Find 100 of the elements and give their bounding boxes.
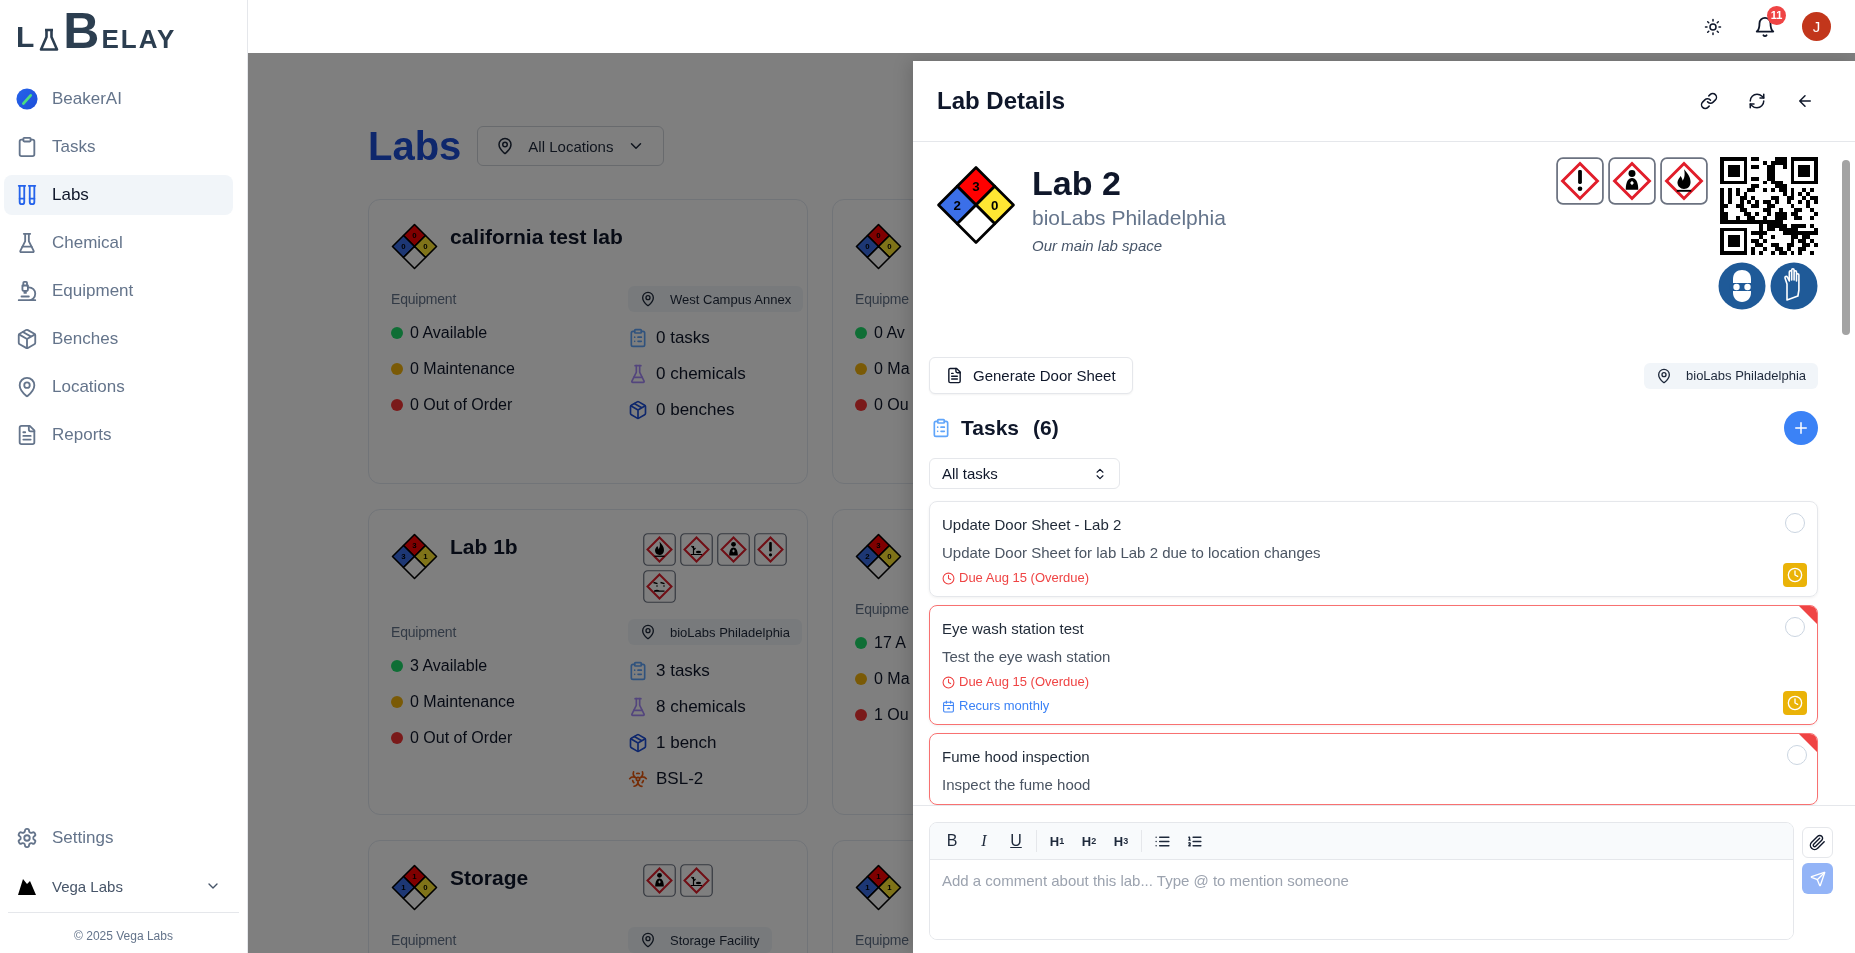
clipboard-list-icon — [628, 328, 648, 348]
lab-description: Our main lab space — [1032, 236, 1164, 256]
lab-name: california test lab — [450, 225, 623, 249]
lab-name: Lab 2 — [1032, 163, 1122, 203]
task-filter-select[interactable]: All tasks — [929, 458, 1120, 489]
hazard-diamond — [391, 533, 438, 580]
task-card[interactable]: Update Door Sheet - Lab 2 Update Door Sheet for lab Lab 2 due to location changes Due Aug 15 (Overdue) — [929, 501, 1818, 597]
add-task-button[interactable] — [1784, 411, 1818, 445]
hazard-rating: 1 — [412, 872, 417, 882]
hazard-rating: 0 — [887, 242, 892, 252]
nav-item[interactable]: Tasks — [4, 127, 233, 167]
health-hazard-icon — [643, 864, 676, 897]
box-icon — [628, 400, 648, 420]
test-tubes-icon — [16, 184, 38, 206]
page-title: Labs — [368, 124, 462, 168]
generate-door-sheet-button[interactable]: Generate Door Sheet — [929, 357, 1133, 394]
bold-button[interactable]: B — [938, 827, 966, 855]
task-title: Eye wash station test — [942, 619, 1085, 639]
nav-item[interactable]: Equipment — [4, 271, 233, 311]
equipment-count: 1 Ou — [874, 706, 909, 724]
document-icon — [16, 424, 38, 446]
underline-button[interactable]: U — [1002, 827, 1030, 855]
lab-card[interactable]: 0 0 0 california test lab Equipment 0 Available 0 Maintenance 0 Out of Order West Campus Annex 0 tasks 0 chemicals 0 benches — [368, 199, 808, 484]
lab-card[interactable]: 0 0 0 Equipme 0 Av 0 Ma 0 Ou — [832, 199, 913, 484]
panel-title: Lab Details — [937, 87, 1066, 115]
nav-item[interactable]: BeakerAI — [4, 79, 233, 119]
test-tube-icon — [16, 88, 38, 110]
lab-card[interactable]: 1 1 1 Equipme — [832, 840, 913, 953]
refresh-icon — [1748, 92, 1766, 110]
attach-button[interactable] — [1802, 827, 1833, 858]
organization-switcher[interactable]: Vega Labs — [4, 866, 233, 906]
gloves-icon — [1770, 262, 1818, 310]
settings-icon — [16, 827, 38, 849]
environment-hazard-icon — [680, 864, 713, 897]
hazard-rating: 3 — [876, 541, 881, 551]
health-hazard-icon — [717, 533, 750, 566]
task-description: Inspect the fume hood — [942, 775, 1092, 795]
equipment-count: 0 Out of Order — [410, 396, 513, 414]
hazard-rating: 1 — [401, 883, 406, 893]
sun-icon — [1704, 17, 1722, 36]
clipboard-list-icon — [628, 661, 648, 681]
hazard-rating: 0 — [991, 198, 999, 213]
nav-item[interactable]: Reports — [4, 415, 233, 455]
stat-text: 8 chemicals — [656, 697, 746, 717]
map-pin-icon — [640, 932, 656, 948]
location-dropdown[interactable]: All Locations — [477, 126, 665, 166]
hazard-rating: 1 — [423, 552, 428, 562]
lab-card[interactable]: 3 3 1 Lab 1b Equipment 3 Available 0 Maintenance 0 Out of Order bioLabs Philadelphia 3 tasks 8 chemicals 1 bench BSL-2 — [368, 509, 808, 815]
nav-item[interactable]: Benches — [4, 319, 233, 359]
stat-text: 0 chemicals — [656, 364, 746, 384]
task-card[interactable]: Fume hood inspection Inspect the fume hood — [929, 733, 1818, 805]
user-avatar[interactable]: J — [1802, 12, 1831, 41]
lab-card[interactable]: 1 1 0 Storage Equipment Storage Facility — [368, 840, 808, 953]
plus-icon — [1792, 419, 1810, 437]
hazard-rating: 1 — [876, 872, 881, 882]
hazard-diamond — [391, 864, 438, 911]
priority-flag — [1799, 606, 1817, 624]
task-card[interactable]: Eye wash station test Test the eye wash station Due Aug 15 (Overdue) Recurs monthly — [929, 605, 1818, 725]
map-pin-icon — [16, 376, 38, 398]
hazard-rating: 0 — [423, 242, 428, 252]
equipment-count: 17 A — [874, 634, 907, 652]
nav-item[interactable]: Chemical — [4, 223, 233, 263]
paperclip-icon — [1809, 834, 1826, 851]
nav-item[interactable]: Labs — [4, 175, 233, 215]
hazard-rating: 3 — [972, 179, 980, 195]
location-name: bioLabs Philadelphia — [670, 624, 790, 640]
flask-icon — [16, 232, 38, 254]
hazard-diamond — [855, 864, 902, 911]
box-icon — [628, 733, 648, 753]
location-name: West Campus Annex — [670, 291, 792, 307]
nav-item[interactable]: Locations — [4, 367, 233, 407]
logo-text: L — [16, 22, 36, 52]
corrosion-hazard-icon — [643, 570, 676, 603]
map-pin-icon — [496, 137, 515, 155]
settings-link[interactable]: Settings — [4, 818, 233, 858]
hazard-rating: 0 — [865, 242, 870, 252]
equipment-count: 0 Out of Order — [410, 729, 513, 747]
equipment-count: 0 Av — [874, 324, 905, 342]
goggles-icon — [1718, 262, 1766, 310]
equipment-count: 0 Ou — [874, 396, 909, 414]
hazard-rating: 0 — [887, 552, 892, 562]
exclamation-hazard-icon — [754, 533, 787, 566]
location-name: Storage Facility — [670, 932, 760, 948]
stat-text: 0 benches — [656, 400, 735, 420]
equipment-count: 0 Ma — [874, 360, 910, 378]
hazard-rating: 2 — [953, 198, 961, 213]
hazard-rating: 0 — [401, 242, 406, 252]
map-pin-icon — [640, 624, 656, 640]
due-date: Due Aug 15 (Overdue) — [959, 569, 1090, 587]
notification-badge: 11 — [1767, 5, 1786, 25]
link-icon — [1700, 92, 1718, 110]
exclamation-hazard-icon — [1556, 157, 1604, 205]
lab-card[interactable]: 3 2 0 Equipme 17 A 0 Ma 1 Ou — [832, 509, 913, 815]
clipboard-icon — [16, 136, 38, 158]
flame-hazard-icon — [1660, 157, 1708, 205]
stat-text: 1 bench — [656, 733, 717, 753]
section-label: Equipme — [855, 290, 910, 309]
hazard-diamond — [391, 223, 438, 270]
italic-button[interactable]: I — [970, 827, 998, 855]
clock-icon — [942, 675, 955, 689]
